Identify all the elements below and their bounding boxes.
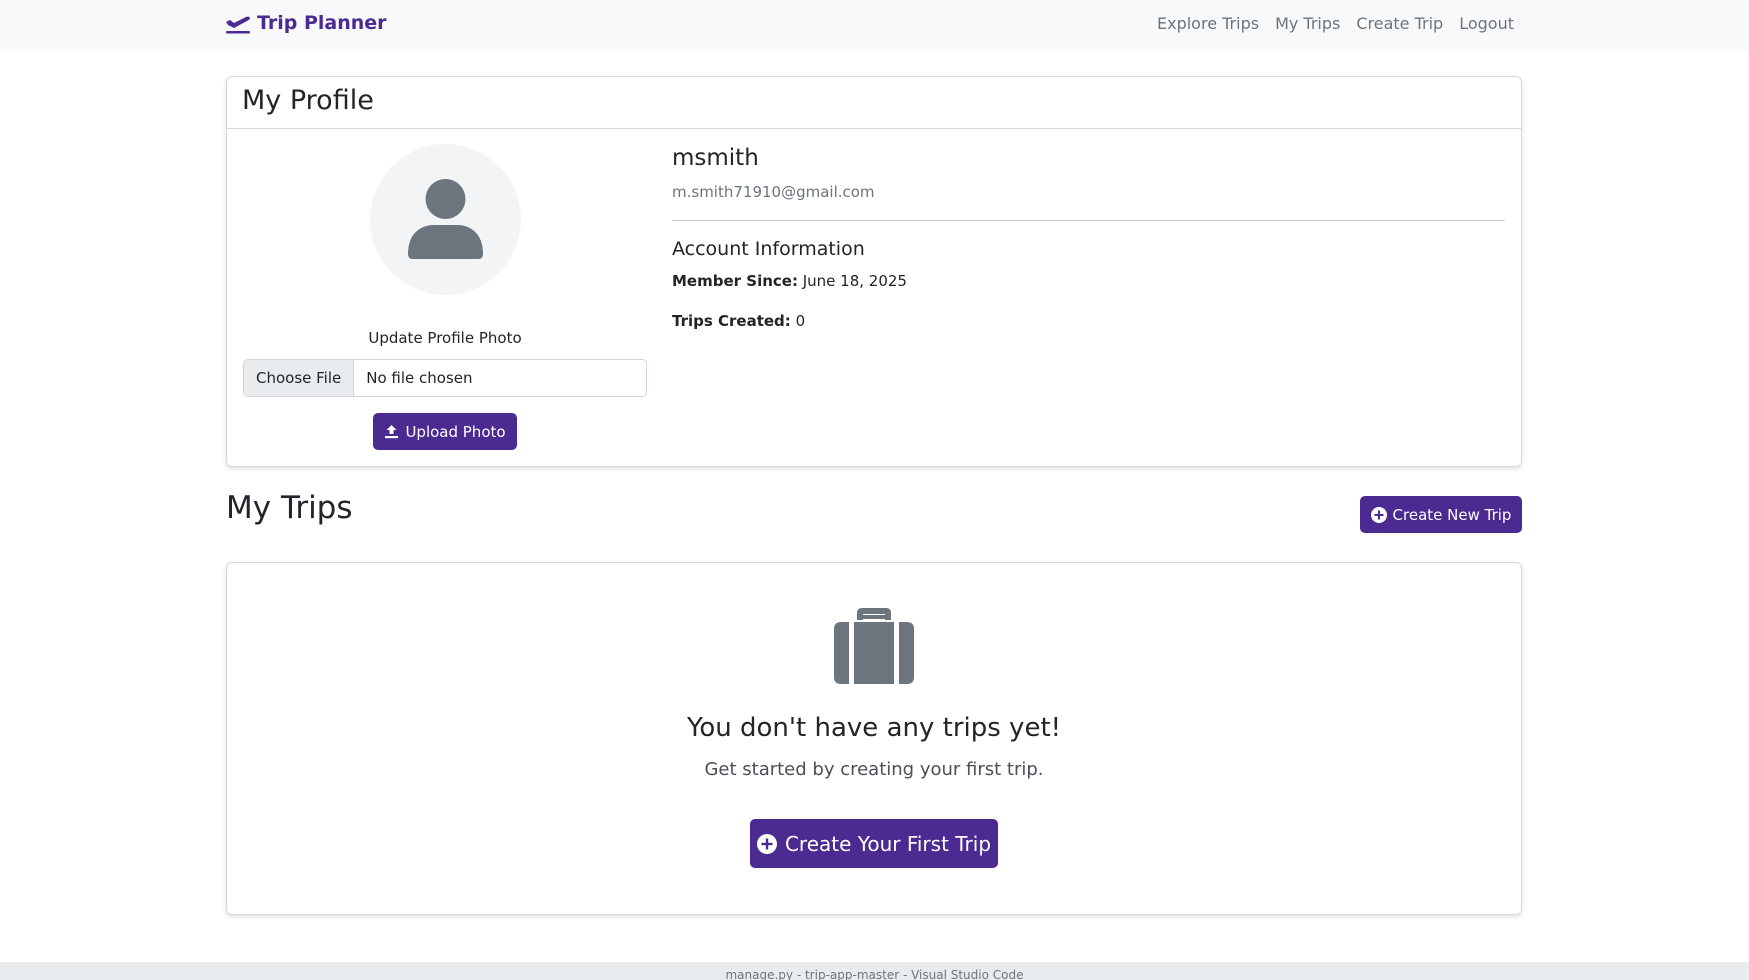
member-since-value: June 18, 2025 — [802, 272, 907, 290]
file-status-text: No file chosen — [366, 369, 473, 387]
create-first-trip-label: Create Your First Trip — [784, 831, 992, 856]
brand-title: Trip Planner — [257, 12, 387, 34]
nav-explore-trips[interactable]: Explore Trips — [1157, 14, 1259, 33]
nav-my-trips[interactable]: My Trips — [1275, 14, 1340, 33]
window-footer: manage.py - trip-app-master - Visual Stu… — [0, 962, 1749, 980]
profile-photo-file-input[interactable]: Choose File No file chosen — [243, 359, 647, 397]
nav-logout[interactable]: Logout — [1459, 14, 1514, 33]
create-first-trip-button[interactable]: Create Your First Trip — [750, 819, 998, 868]
upload-photo-button[interactable]: Upload Photo — [373, 413, 517, 450]
plane-departure-icon — [226, 16, 250, 34]
divider — [672, 220, 1505, 221]
navbar: Trip Planner Explore Trips My Trips Crea… — [0, 0, 1749, 51]
account-info-title: Account Information — [672, 238, 865, 260]
profile-header-title: My Profile — [242, 85, 374, 116]
empty-state-title: You don't have any trips yet! — [686, 713, 1062, 743]
create-new-trip-label: Create New Trip — [1392, 505, 1512, 524]
member-since-label: Member Since: — [672, 272, 798, 290]
trips-created-value: 0 — [795, 312, 806, 330]
update-photo-label: Update Profile Photo — [368, 329, 522, 347]
my-trips-title: My Trips — [226, 490, 353, 526]
trips-created-label: Trips Created: — [672, 312, 791, 330]
suitcase-icon — [834, 608, 914, 684]
upload-icon — [385, 425, 399, 439]
brand-link[interactable]: Trip Planner — [225, 12, 387, 34]
user-email: m.smith71910@gmail.com — [672, 183, 875, 201]
member-since-row: Member Since: June 18, 2025 — [672, 272, 907, 290]
profile-card-header: My Profile — [227, 77, 1521, 129]
plus-circle-icon — [1370, 506, 1387, 523]
username: msmith — [672, 145, 759, 171]
nav-links: Explore Trips My Trips Create Trip Logou… — [1157, 14, 1514, 33]
avatar — [370, 144, 521, 295]
profile-card: My Profile Update Profile Photo Choose F… — [226, 76, 1522, 467]
nav-create-trip[interactable]: Create Trip — [1356, 14, 1443, 33]
empty-trips-card: You don't have any trips yet! Get starte… — [226, 562, 1522, 915]
user-icon — [408, 179, 483, 259]
choose-file-button[interactable]: Choose File — [244, 360, 355, 396]
plus-circle-icon — [756, 833, 777, 854]
upload-photo-label: Upload Photo — [405, 422, 506, 441]
footer-text: manage.py - trip-app-master - Visual Stu… — [725, 968, 1024, 980]
create-new-trip-button[interactable]: Create New Trip — [1360, 496, 1522, 533]
empty-state-subtitle: Get started by creating your first trip. — [704, 759, 1044, 780]
trips-created-row: Trips Created: 0 — [672, 312, 805, 330]
